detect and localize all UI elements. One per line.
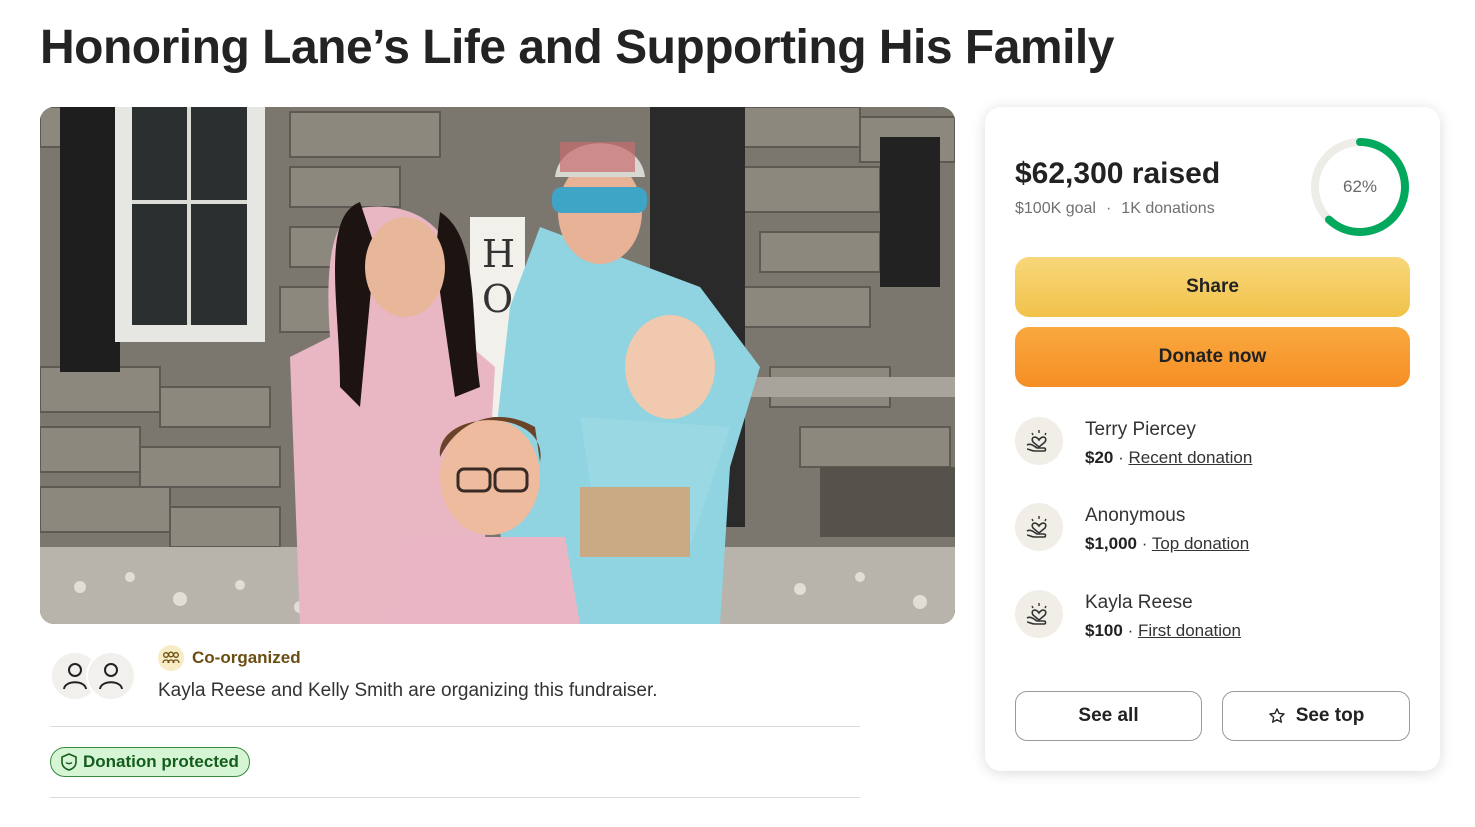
donation-protected-badge[interactable]: Donation protected	[50, 747, 250, 777]
shield-icon	[61, 753, 77, 771]
page-title: Honoring Lane’s Life and Supporting His …	[40, 21, 1114, 74]
see-all-button[interactable]: See all	[1015, 691, 1202, 741]
donation-type-link[interactable]: Recent donation	[1129, 448, 1253, 467]
see-all-label: See all	[1078, 705, 1139, 726]
donation-protected-label: Donation protected	[83, 752, 239, 771]
donation-amount: $100	[1085, 621, 1123, 640]
donor-name: Kayla Reese	[1085, 592, 1193, 613]
donate-now-button[interactable]: Donate now	[1015, 327, 1410, 387]
amount-raised: $62,300 raised	[1015, 157, 1221, 190]
donation-item: Terry Piercey $20 · Recent donation	[1015, 417, 1415, 477]
donation-sidebar-card: $62,300 raised $100K goal · 1K donations…	[985, 107, 1440, 771]
donation-type-link[interactable]: First donation	[1138, 621, 1241, 640]
donation-separator: ·	[1127, 621, 1134, 640]
donation-amount: $1,000	[1085, 534, 1137, 553]
svg-text:O: O	[482, 277, 513, 321]
coorganized-badge: Co-organized	[158, 645, 301, 671]
heart-hands-icon	[1015, 503, 1063, 551]
organizer-avatar[interactable]	[86, 651, 136, 701]
progress-percent: 62%	[1342, 177, 1378, 196]
donation-meta: $20 · Recent donation	[1085, 448, 1252, 468]
person-icon	[63, 663, 87, 690]
progress-ring: 62%	[1308, 135, 1412, 239]
donation-amount: $20	[1085, 448, 1114, 467]
donation-meta: $1,000 · Top donation	[1085, 534, 1249, 554]
donation-item: Anonymous $1,000 · Top donation	[1015, 503, 1415, 563]
donation-separator: ·	[1118, 448, 1124, 467]
family-photo: H O	[40, 107, 955, 624]
donation-item: Kayla Reese $100 · First donation	[1015, 590, 1415, 650]
goal-summary: $100K goal · 1K donations	[1015, 200, 1215, 218]
svg-text:H: H	[482, 232, 515, 276]
donation-type-link[interactable]: Top donation	[1152, 534, 1249, 553]
organizer-description: Kayla Reese and Kelly Smith are organizi…	[158, 680, 658, 701]
heart-hands-icon	[1015, 590, 1063, 638]
see-top-button[interactable]: See top	[1222, 691, 1410, 741]
donations-count: 1K donations	[1121, 200, 1215, 217]
group-icon	[158, 645, 184, 671]
star-icon	[1268, 708, 1285, 723]
coorganized-label: Co-organized	[192, 648, 301, 667]
protection-section: Donation protected	[50, 727, 860, 798]
donor-name: Terry Piercey	[1085, 419, 1196, 440]
goal-separator: ·	[1105, 200, 1112, 217]
campaign-hero-photo: H O	[40, 107, 955, 624]
organizer-section: Co-organized Kayla Reese and Kelly Smith…	[50, 643, 860, 727]
share-button[interactable]: Share	[1015, 257, 1410, 317]
heart-hands-icon	[1015, 417, 1063, 465]
person-icon	[99, 663, 123, 690]
see-top-label: See top	[1295, 705, 1365, 726]
donor-name: Anonymous	[1085, 505, 1186, 526]
donation-separator: ·	[1141, 534, 1148, 553]
goal-amount: $100K goal	[1015, 200, 1096, 217]
donation-meta: $100 · First donation	[1085, 621, 1241, 641]
